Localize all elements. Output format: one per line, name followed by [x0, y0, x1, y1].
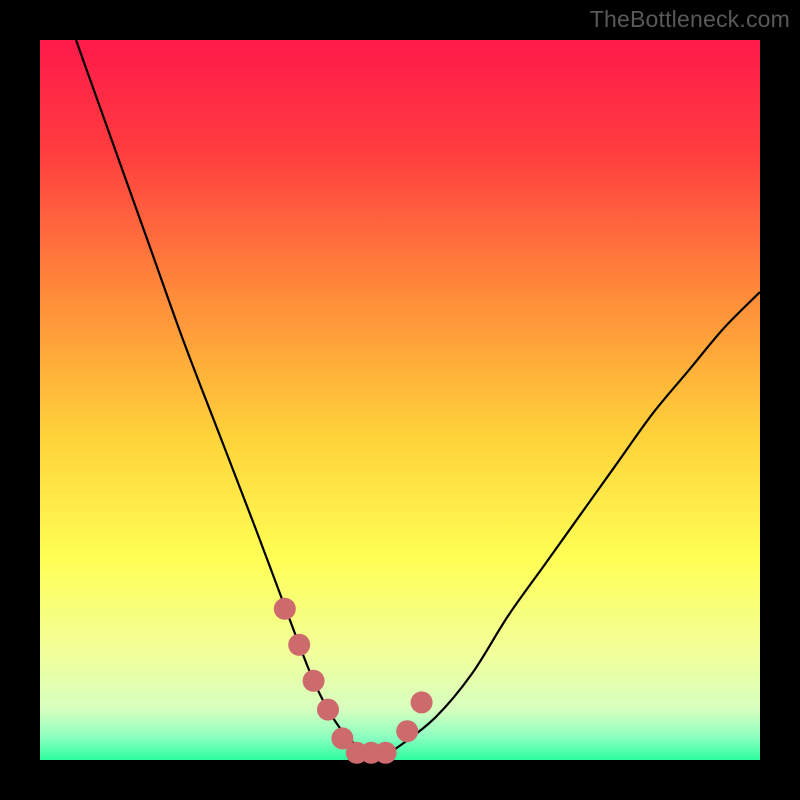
bottleneck-curve	[76, 40, 760, 754]
highlight-dot	[375, 742, 397, 764]
highlight-dot	[288, 634, 310, 656]
highlight-dot	[317, 699, 339, 721]
highlight-dot	[274, 598, 296, 620]
highlight-dot	[396, 720, 418, 742]
curve-layer	[40, 40, 760, 760]
plot-area	[40, 40, 760, 760]
watermark-text: TheBottleneck.com	[590, 6, 790, 33]
highlight-dot	[303, 670, 325, 692]
highlight-dot	[411, 691, 433, 713]
highlight-dots	[274, 598, 433, 764]
chart-frame: TheBottleneck.com	[0, 0, 800, 800]
